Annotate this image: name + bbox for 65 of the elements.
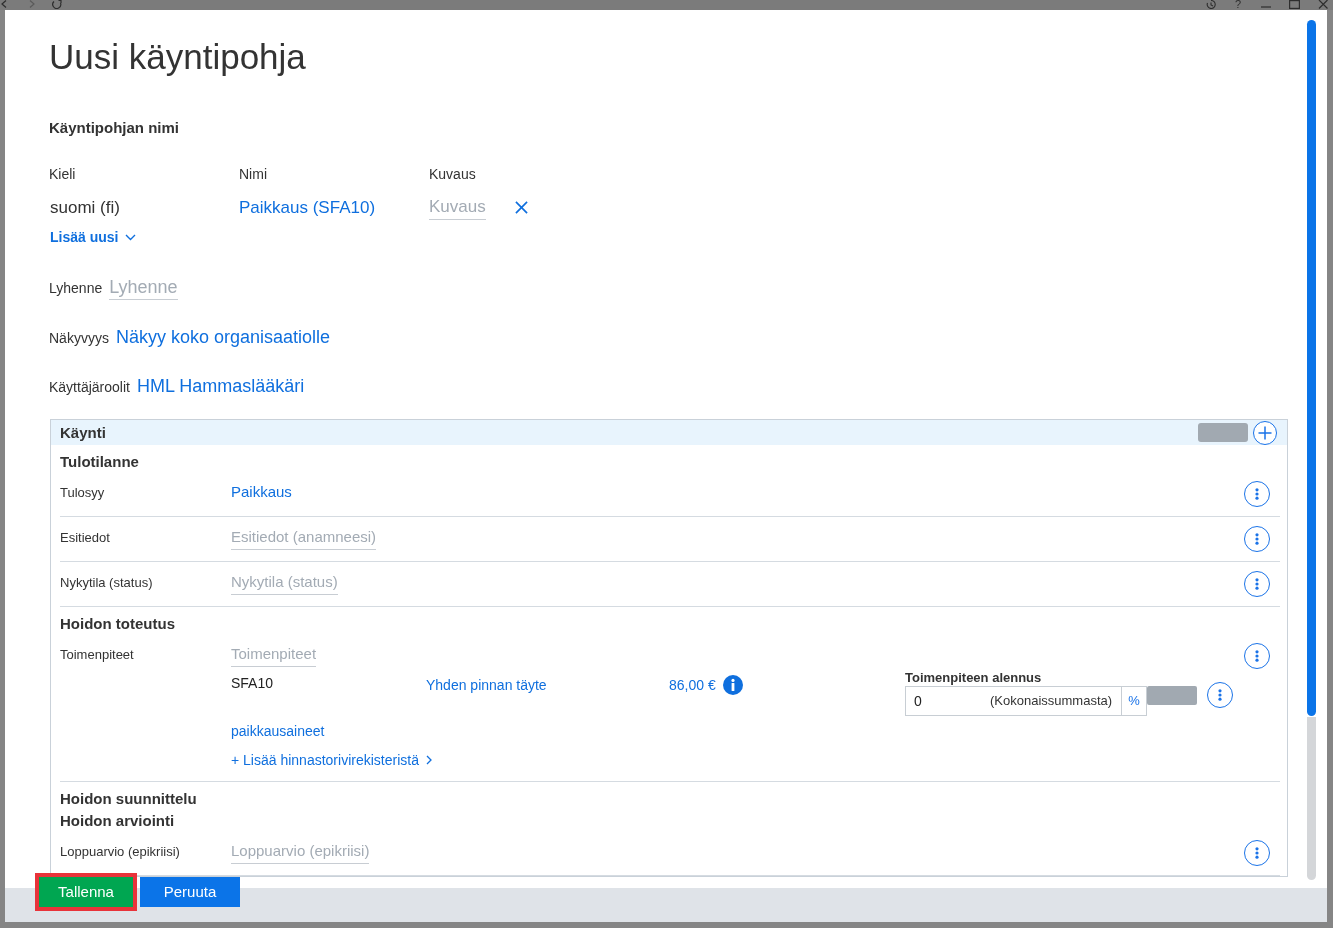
price-text: 86,00 €	[669, 676, 716, 695]
close-icon	[515, 201, 529, 214]
add-new-link[interactable]: Lisää uusi	[50, 227, 137, 247]
cancel-button[interactable]: Peruuta	[140, 877, 240, 907]
more-icon	[1255, 533, 1259, 545]
more-icon	[1255, 650, 1259, 662]
procedure-code: SFA10	[231, 674, 274, 693]
value-link[interactable]: HML Hammaslääkäri	[136, 374, 305, 398]
text-input[interactable]: Toimenpiteet	[231, 642, 317, 667]
plus-icon	[1258, 425, 1272, 440]
section-heading: Käyntipohjan nimi	[49, 118, 179, 138]
panel-title: Käynti	[60, 422, 106, 443]
description-input[interactable]: Kuvaus	[429, 195, 486, 220]
text-input[interactable]: Lyhenne	[109, 275, 178, 300]
field-label: Esitiedot	[60, 530, 110, 545]
name-link[interactable]: Paikkaus (SFA10)	[239, 195, 376, 220]
maximize-icon[interactable]	[1289, 0, 1300, 9]
more-button[interactable]	[1244, 643, 1270, 669]
dialog-title: Uusi käyntipohja	[49, 37, 306, 77]
close-icon[interactable]	[1318, 0, 1328, 9]
field-label: Loppuarvio (epikriisi)	[60, 844, 180, 859]
more-icon	[1255, 488, 1259, 500]
more-icon	[1255, 578, 1259, 590]
group-heading: Hoidon arviointi	[60, 811, 175, 831]
field-label: Tulosyy	[60, 485, 105, 500]
more-button[interactable]	[1207, 682, 1233, 708]
column-header: Kieli	[49, 166, 76, 182]
discount-label: Toimenpiteen alennus	[905, 670, 1042, 686]
history-icon[interactable]	[1206, 0, 1216, 9]
chevron-down-icon	[125, 233, 137, 241]
column-header: Kuvaus	[429, 166, 476, 182]
text-input[interactable]: Nykytila (status)	[231, 570, 338, 595]
group-heading: Tulotilanne	[60, 452, 139, 472]
field-label: Käyttäjäroolit	[49, 378, 130, 397]
more-icon	[1218, 689, 1222, 701]
value-link[interactable]: Näkyy koko organisaatiolle	[115, 325, 331, 349]
language-text: suomi (fi)	[49, 196, 120, 219]
column-header: Nimi	[239, 166, 267, 182]
add-price-list-link[interactable]: + Lisää hinnastorivirekisteristä	[231, 750, 432, 770]
chevron-right-icon	[425, 755, 432, 765]
procedure-link[interactable]: Yhden pinnan täyte	[426, 675, 547, 695]
field-label: Toimenpiteet	[60, 647, 134, 662]
more-icon	[1255, 847, 1259, 859]
info-icon[interactable]	[722, 675, 743, 695]
group-heading: Hoidon suunnittelu	[60, 789, 197, 809]
add-button[interactable]	[1253, 420, 1277, 445]
text-input[interactable]: Esitiedot (anamneesi)	[231, 525, 377, 550]
help-button[interactable]: ?	[1235, 0, 1242, 9]
field-label: Näkyvyys	[49, 329, 109, 348]
more-button[interactable]	[1244, 526, 1270, 552]
refresh-icon[interactable]	[52, 0, 62, 9]
group-heading: Hoidon toteutus	[60, 614, 175, 634]
text-input[interactable]: Loppuarvio (epikriisi)	[231, 839, 370, 864]
scrollbar-thumb[interactable]	[1307, 20, 1316, 716]
back-icon[interactable]	[1, 0, 7, 8]
materials-link[interactable]: paikkausaineet	[231, 721, 325, 741]
more-button[interactable]	[1244, 481, 1270, 507]
more-button[interactable]	[1244, 840, 1270, 866]
remove-button[interactable]	[514, 200, 529, 215]
field-label: Nykytila (status)	[60, 575, 153, 590]
percent-addon: %	[1121, 686, 1147, 716]
suffix-text: (Kokonaissummasta)	[990, 692, 1113, 710]
value-link[interactable]: Paikkaus	[231, 480, 292, 504]
more-button[interactable]	[1244, 571, 1270, 597]
field-label: Lyhenne	[49, 279, 103, 298]
